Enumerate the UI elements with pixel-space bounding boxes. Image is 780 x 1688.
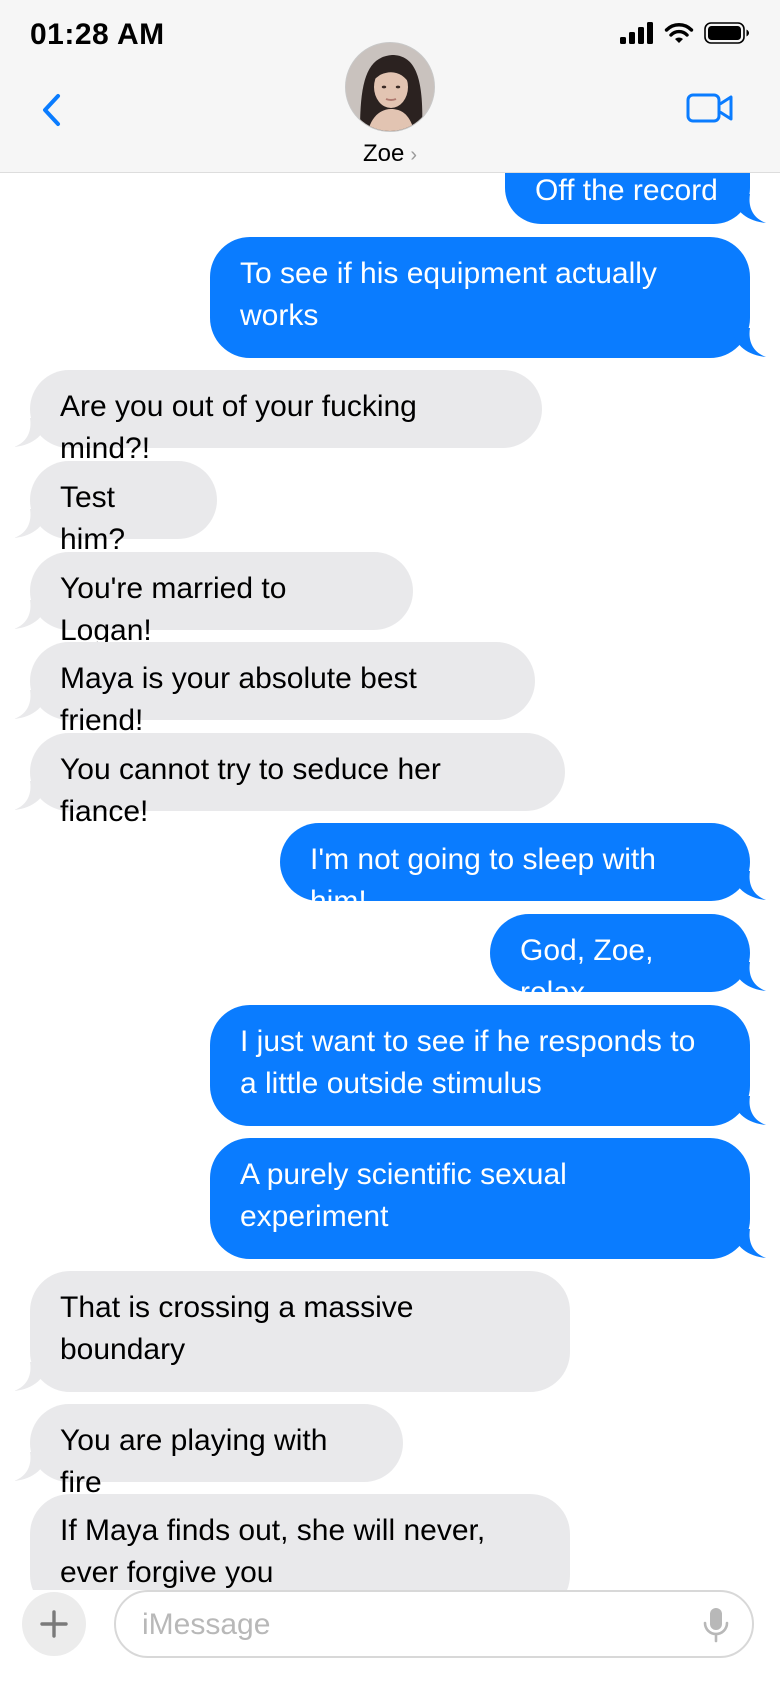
message-bubble-received[interactable]: Test him? <box>14 461 217 556</box>
bubble-tail <box>14 509 48 538</box>
message-text: Are you out of your fucking mind?! <box>60 390 417 465</box>
status-icons <box>620 22 750 44</box>
wifi-icon <box>664 23 694 43</box>
message-text: Off the record <box>535 174 718 207</box>
back-button[interactable] <box>36 88 70 132</box>
status-time: 01:28 AM <box>30 18 165 51</box>
avatar-photo <box>346 43 434 131</box>
plus-icon <box>40 1610 68 1638</box>
chevron-left-icon <box>43 94 60 126</box>
bubble-tail <box>14 781 48 810</box>
contact-avatar[interactable] <box>345 42 435 132</box>
bubble-tail <box>14 690 48 719</box>
message-bubble-sent[interactable]: I just want to see if he responds to a l… <box>210 1005 766 1126</box>
dictation-button[interactable] <box>702 1606 730 1644</box>
message-bubble-received[interactable]: If Maya finds out, she will never, ever … <box>30 1494 570 1590</box>
message-text: Test him? <box>60 481 126 556</box>
message-bubble-sent[interactable]: To see if his equipment actually works <box>210 237 766 358</box>
message-input[interactable] <box>140 1602 664 1648</box>
bubble-tail <box>732 871 766 900</box>
message-thread[interactable]: Off the record To see if his equipment a… <box>0 0 780 1590</box>
microphone-icon <box>703 1608 729 1643</box>
contact-name-button[interactable]: Zoe › <box>0 140 780 168</box>
message-text: You're married to Logan! <box>60 572 287 647</box>
message-bubble-sent[interactable]: A purely scientific sexual experiment <box>210 1138 766 1259</box>
bubble-tail <box>732 1096 766 1125</box>
cellular-signal-icon <box>620 22 653 44</box>
message-text: I'm not going to sleep with him! <box>310 843 656 918</box>
message-bubble-received[interactable]: That is crossing a massive boundary <box>14 1271 570 1392</box>
battery-icon <box>704 22 749 44</box>
message-bubble-received[interactable]: Maya is your absolute best friend! <box>14 642 535 737</box>
message-bubble-sent[interactable]: God, Zoe, relax <box>490 914 766 1009</box>
bubble-tail <box>14 418 48 447</box>
bubble-tail <box>14 1452 48 1481</box>
bubble-tail <box>14 600 48 629</box>
message-text: A purely scientific sexual experiment <box>240 1158 567 1233</box>
message-bubble-received[interactable]: You cannot try to seduce her fiance! <box>14 733 565 828</box>
imessage-field[interactable] <box>114 1590 754 1658</box>
video-call-button[interactable] <box>686 92 734 124</box>
bubble-tail <box>732 194 766 223</box>
message-composer <box>0 1590 780 1688</box>
bubble-tail <box>14 1362 48 1391</box>
message-text: You cannot try to seduce her fiance! <box>60 753 441 828</box>
apps-plus-button[interactable] <box>22 1592 86 1656</box>
message-bubble-received[interactable]: You are playing with fire <box>14 1404 403 1499</box>
message-text: Maya is your absolute best friend! <box>60 662 417 737</box>
contact-name: Zoe <box>362 140 405 167</box>
message-text: To see if his equipment actually works <box>240 257 657 332</box>
message-text: That is crossing a massive boundary <box>60 1291 414 1366</box>
message-text: I just want to see if he responds to a l… <box>240 1025 696 1100</box>
message-text: God, Zoe, relax <box>520 934 654 1009</box>
message-bubble-sent[interactable]: I'm not going to sleep with him! <box>280 823 766 918</box>
bubble-tail <box>732 962 766 991</box>
message-text: You are playing with fire <box>60 1424 328 1499</box>
message-bubble-received[interactable]: You're married to Logan! <box>14 552 413 647</box>
video-camera-icon <box>686 93 733 123</box>
bubble-tail <box>732 328 766 357</box>
conversation-header: 01:28 AM Zoe › <box>0 0 780 173</box>
bubble-tail <box>732 1229 766 1258</box>
message-text: If Maya finds out, she will never, ever … <box>60 1514 486 1589</box>
message-bubble-received[interactable]: Are you out of your fucking mind?! <box>14 370 542 465</box>
chevron-right-icon: › <box>410 144 418 166</box>
